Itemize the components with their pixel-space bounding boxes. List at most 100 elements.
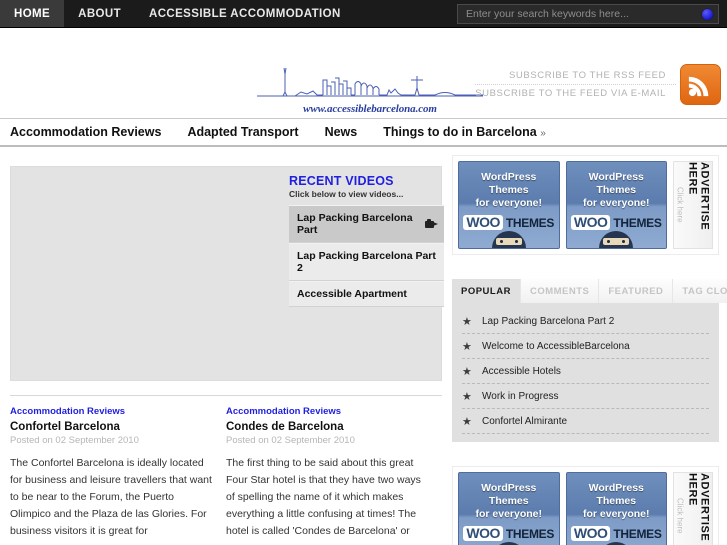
tab-comments[interactable]: COMMENTS bbox=[520, 279, 600, 303]
post-category-link[interactable]: Accommodation Reviews bbox=[226, 406, 430, 417]
ad-tile-woothemes-4[interactable]: WordPress Themes for everyone! WOO THEME… bbox=[565, 472, 667, 545]
tab-popular[interactable]: POPULAR bbox=[452, 279, 521, 303]
featured-slider[interactable]: RECENT VIDEOS Click below to view videos… bbox=[10, 166, 444, 381]
star-icon: ★ bbox=[462, 341, 472, 353]
tab-label-comments: COMMENTS bbox=[529, 286, 590, 297]
recent-video-label-3: Accessible Apartment bbox=[297, 288, 407, 300]
rss-email-link[interactable]: SUBSCRIBE TO THE FEED VIA E-MAIL bbox=[475, 84, 676, 102]
recent-videos-widget: RECENT VIDEOS Click below to view videos… bbox=[289, 174, 444, 307]
advertise-here-sub: Click here bbox=[675, 187, 685, 223]
list-item[interactable]: ★ Lap Packing Barcelona Part 2 bbox=[462, 309, 709, 334]
popular-post-label: Work in Progress bbox=[482, 391, 559, 402]
top-bar: HOME ABOUT ACCESSIBLE ACCOMMODATION bbox=[0, 0, 727, 28]
list-item[interactable]: ★ Welcome to AccessibleBarcelona bbox=[462, 334, 709, 359]
nav-label-adapted-transport: Adapted Transport bbox=[187, 125, 299, 139]
nav-item-adapted-transport[interactable]: Adapted Transport bbox=[187, 125, 298, 139]
ad-line-1: WordPress bbox=[588, 482, 644, 494]
advertise-here-button[interactable]: Click here ADVERTISE HERE bbox=[673, 472, 713, 545]
site-logo[interactable]: www.accessiblebarcelona.com bbox=[255, 62, 485, 115]
recent-videos-title: RECENT VIDEOS bbox=[289, 174, 394, 188]
post-title-link[interactable]: Condes de Barcelona bbox=[226, 421, 430, 433]
topnav-label-home: HOME bbox=[14, 7, 51, 20]
nav-item-things-to-do[interactable]: Things to do in Barcelona » bbox=[383, 125, 546, 139]
recent-video-item-3[interactable]: Accessible Apartment bbox=[289, 281, 444, 307]
recent-video-item-2[interactable]: Lap Packing Barcelona Part 2 bbox=[289, 243, 444, 281]
woothemes-logo-woo: WOO bbox=[463, 215, 503, 231]
list-item[interactable]: ★ Accessible Hotels bbox=[462, 359, 709, 384]
main-navigation: Accommodation Reviews Adapted Transport … bbox=[0, 119, 727, 145]
ad-line-3: for everyone! bbox=[475, 196, 543, 209]
search-box[interactable] bbox=[457, 4, 719, 24]
rss-feed-link[interactable]: SUBSCRIBE TO THE RSS FEED bbox=[475, 67, 676, 84]
post-excerpt: The Confortel Barcelona is ideally locat… bbox=[10, 457, 212, 537]
barcelona-skyline-icon bbox=[257, 67, 483, 97]
ad-line-1: WordPress bbox=[481, 171, 537, 183]
ad-line-3: for everyone! bbox=[475, 507, 543, 520]
ad-line-3: for everyone! bbox=[582, 507, 650, 520]
site-header: www.accessiblebarcelona.com SUBSCRIBE TO… bbox=[0, 28, 727, 118]
ad-line-2: Themes bbox=[596, 183, 637, 196]
ad-tile-woothemes-3[interactable]: WordPress Themes for everyone! WOO THEME… bbox=[458, 472, 560, 545]
ad-tile-woothemes-1[interactable]: WordPress Themes for everyone! WOO THEME… bbox=[458, 161, 560, 249]
post-category-link[interactable]: Accommodation Reviews bbox=[10, 406, 214, 417]
topnav-label-accessible-accommodation: ACCESSIBLE ACCOMMODATION bbox=[149, 7, 341, 20]
ad-line-2: Themes bbox=[488, 494, 529, 507]
popular-post-label: Welcome to AccessibleBarcelona bbox=[482, 341, 630, 352]
recent-videos-subtitle: Click below to view videos... bbox=[289, 189, 404, 199]
topnav-item-accessible-accommodation[interactable]: ACCESSIBLE ACCOMMODATION bbox=[135, 0, 355, 27]
woothemes-logo-woo: WOO bbox=[463, 526, 503, 542]
rss-subscribe-area: SUBSCRIBE TO THE RSS FEED SUBSCRIBE TO T… bbox=[475, 64, 721, 105]
rss-links: SUBSCRIBE TO THE RSS FEED SUBSCRIBE TO T… bbox=[475, 67, 676, 102]
nav-item-accommodation-reviews[interactable]: Accommodation Reviews bbox=[10, 125, 161, 139]
ad-line-2: Themes bbox=[596, 494, 637, 507]
ad-line-3: for everyone! bbox=[582, 196, 650, 209]
topnav-item-about[interactable]: ABOUT bbox=[64, 0, 135, 27]
tab-label-popular: POPULAR bbox=[461, 286, 511, 297]
star-icon: ★ bbox=[462, 366, 472, 378]
woothemes-logo-woo: WOO bbox=[570, 526, 611, 542]
recent-video-label-1: Lap Packing Barcelona Part bbox=[297, 212, 413, 236]
star-icon: ★ bbox=[462, 316, 472, 328]
nav-label-things-to-do: Things to do in Barcelona bbox=[383, 125, 537, 139]
recent-video-item-1[interactable]: Lap Packing Barcelona Part bbox=[289, 205, 444, 243]
woothemes-logo: WOO THEMES bbox=[463, 526, 554, 542]
ad-tile-woothemes-2[interactable]: WordPress Themes for everyone! WOO THEME… bbox=[565, 161, 667, 249]
nav-label-news: News bbox=[324, 125, 358, 139]
nav-item-news[interactable]: News bbox=[325, 125, 358, 139]
woothemes-logo: WOO THEMES bbox=[463, 215, 554, 231]
tab-list: POPULAR COMMENTS FEATURED TAG CLOUD bbox=[452, 279, 727, 303]
list-item[interactable]: ★ Work in Progress bbox=[462, 384, 709, 409]
ad-line-2: Themes bbox=[488, 183, 529, 196]
list-item[interactable]: ★ Confortel Almirante bbox=[462, 409, 709, 434]
star-icon: ★ bbox=[462, 416, 472, 428]
search-input[interactable] bbox=[458, 8, 696, 20]
video-camera-icon bbox=[425, 219, 438, 229]
advertise-here-button[interactable]: Click here ADVERTISE HERE bbox=[673, 161, 713, 249]
tab-tag-cloud[interactable]: TAG CLOUD bbox=[673, 279, 727, 303]
post-date: Posted on 02 September 2010 bbox=[226, 435, 355, 446]
recent-video-label-2: Lap Packing Barcelona Part 2 bbox=[297, 250, 436, 274]
woothemes-logo-themes: THEMES bbox=[613, 526, 662, 541]
search-submit-button[interactable] bbox=[696, 5, 718, 23]
page-body: RECENT VIDEOS Click below to view videos… bbox=[0, 147, 727, 545]
advertise-here-label: ADVERTISE HERE bbox=[686, 473, 711, 542]
ninja-mascot-icon bbox=[599, 231, 634, 248]
star-icon: ★ bbox=[462, 391, 472, 403]
post-item: Accommodation Reviews Confortel Barcelon… bbox=[10, 406, 226, 540]
advertise-here-sub: Click here bbox=[675, 498, 685, 534]
rss-feed-icon[interactable] bbox=[680, 64, 721, 105]
woothemes-logo-woo: WOO bbox=[570, 215, 611, 231]
topnav-item-home[interactable]: HOME bbox=[0, 0, 65, 27]
main-content: RECENT VIDEOS Click below to view videos… bbox=[0, 147, 452, 545]
popular-post-label: Accessible Hotels bbox=[482, 366, 561, 377]
chevron-right-icon: » bbox=[540, 128, 546, 139]
ad-block-bottom: WordPress Themes for everyone! WOO THEME… bbox=[452, 466, 719, 545]
post-title-link[interactable]: Confortel Barcelona bbox=[10, 421, 214, 433]
ad-block-top: WordPress Themes for everyone! WOO THEME… bbox=[452, 155, 719, 255]
post-excerpt: The first thing to be said about this gr… bbox=[226, 457, 421, 537]
tab-featured[interactable]: FEATURED bbox=[599, 279, 674, 303]
tab-panel-popular: ★ Lap Packing Barcelona Part 2 ★ Welcome… bbox=[452, 303, 719, 442]
site-url: www.accessiblebarcelona.com bbox=[303, 103, 437, 115]
topnav-label-about: ABOUT bbox=[78, 7, 121, 20]
post-date: Posted on 02 September 2010 bbox=[10, 435, 139, 446]
